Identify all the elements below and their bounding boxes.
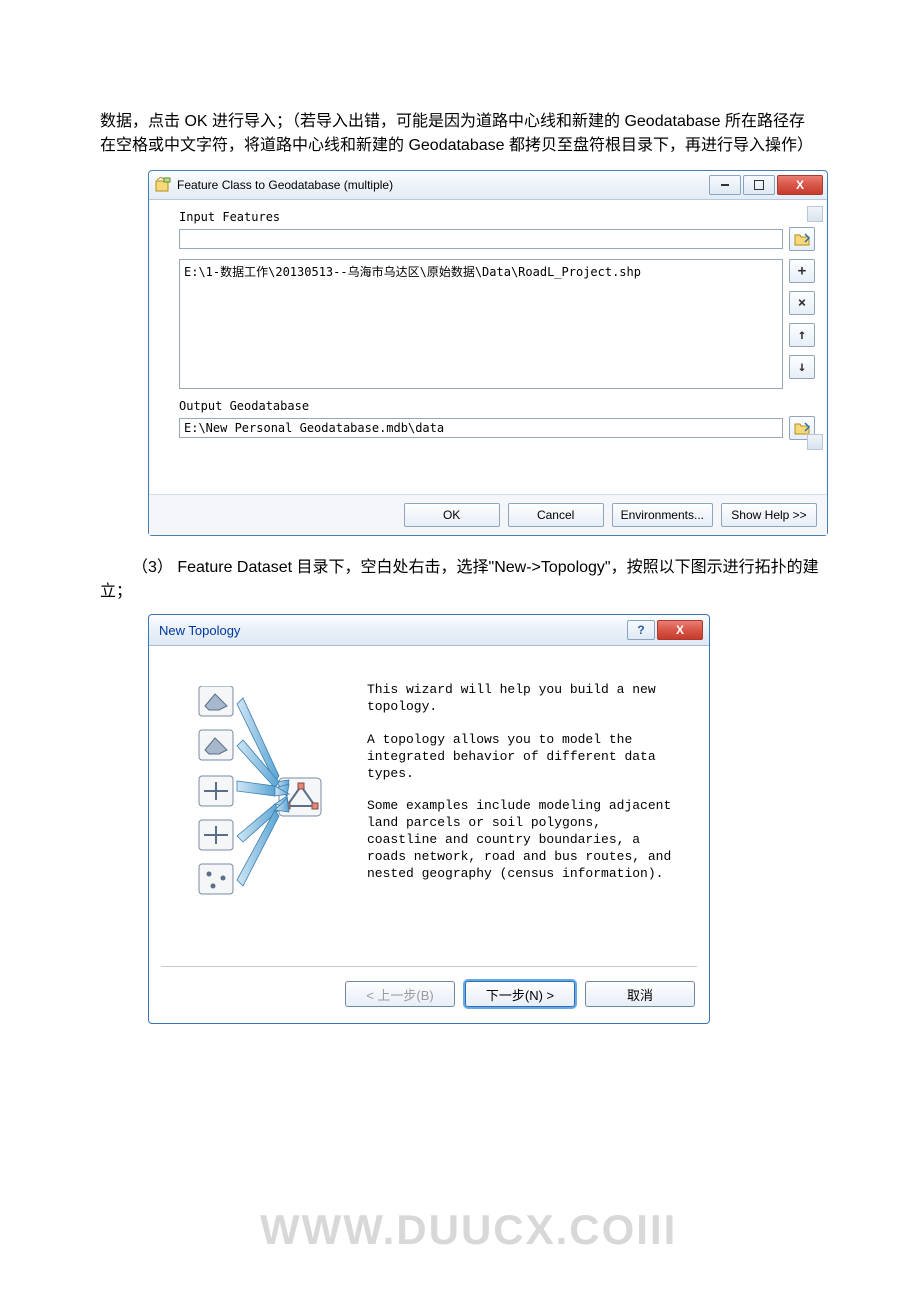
back-button: < 上一步(B)	[345, 981, 455, 1007]
wizard-button-bar: < 上一步(B) 下一步(N) > 取消	[149, 967, 709, 1023]
dialog-button-bar: OK Cancel Environments... Show Help >>	[149, 494, 827, 535]
ok-button[interactable]: OK	[404, 503, 500, 527]
minimize-button[interactable]	[709, 175, 741, 195]
cancel-button[interactable]: 取消	[585, 981, 695, 1007]
environments-button[interactable]: Environments...	[612, 503, 713, 527]
wizard-description: This wizard will help you build a new to…	[359, 646, 709, 966]
body-paragraph-1: 数据，点击 OK 进行导入；（若导入出错，可能是因为道路中心线和新建的 Geod…	[100, 110, 820, 158]
browse-input-button[interactable]	[789, 227, 815, 251]
window-titlebar: New Topology ? X	[149, 615, 709, 646]
wizard-graphic	[149, 646, 359, 966]
input-features-list[interactable]: E:\1-数据工作\20130513--乌海市乌达区\原始数据\Data\Roa…	[179, 259, 783, 389]
close-button[interactable]: X	[777, 175, 823, 195]
window-title: New Topology	[159, 623, 627, 638]
watermark-text: WWW.DUUCX.COIII	[260, 1206, 677, 1254]
wizard-para-3: Some examples include modeling adjacent …	[367, 798, 679, 882]
output-geodatabase-field[interactable]	[179, 418, 783, 438]
add-button[interactable]: +	[789, 259, 815, 283]
scroll-up-icon[interactable]	[807, 206, 823, 222]
feature-class-to-gdb-window: Feature Class to Geodatabase (multiple) …	[148, 170, 828, 536]
move-up-button[interactable]: ↑	[789, 323, 815, 347]
input-features-field[interactable]	[179, 229, 783, 249]
input-features-label: Input Features	[179, 210, 815, 224]
cancel-button[interactable]: Cancel	[508, 503, 604, 527]
app-icon	[155, 177, 171, 193]
wizard-para-1: This wizard will help you build a new to…	[367, 682, 679, 716]
window-title: Feature Class to Geodatabase (multiple)	[177, 178, 709, 192]
wizard-para-2: A topology allows you to model the integ…	[367, 732, 679, 783]
list-item[interactable]: E:\1-数据工作\20130513--乌海市乌达区\原始数据\Data\Roa…	[182, 262, 780, 281]
scroll-down-icon[interactable]	[807, 434, 823, 450]
remove-button[interactable]: ×	[789, 291, 815, 315]
show-help-button[interactable]: Show Help >>	[721, 503, 817, 527]
help-button[interactable]: ?	[627, 620, 655, 640]
window-titlebar: Feature Class to Geodatabase (multiple) …	[149, 171, 827, 200]
maximize-button[interactable]	[743, 175, 775, 195]
body-paragraph-2: （3） Feature Dataset 目录下，空白处右击，选择"New->To…	[100, 556, 820, 604]
close-button[interactable]: X	[657, 620, 703, 640]
output-geodatabase-label: Output Geodatabase	[179, 399, 815, 413]
next-button[interactable]: 下一步(N) >	[465, 981, 575, 1007]
move-down-button[interactable]: ↓	[789, 355, 815, 379]
new-topology-window: New Topology ? X	[148, 614, 710, 1024]
